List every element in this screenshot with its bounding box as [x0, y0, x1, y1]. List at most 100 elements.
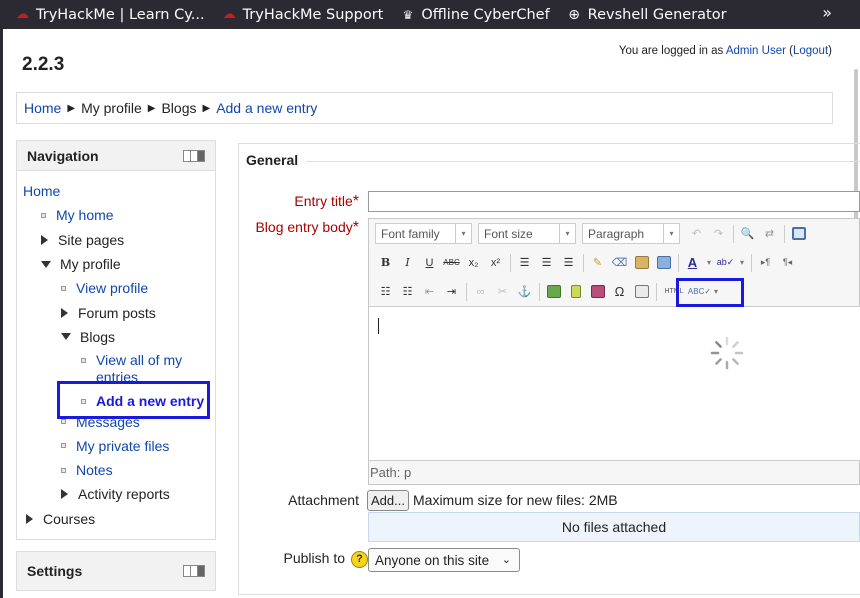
nav-label[interactable]: Activity reports: [78, 486, 170, 502]
paragraph-select[interactable]: Paragraph ▾: [582, 223, 680, 244]
expand-arrow-icon[interactable]: [41, 234, 48, 245]
font-family-select[interactable]: Font family ▾: [375, 223, 472, 244]
special-char-icon[interactable]: Ω: [609, 281, 630, 302]
anchor-icon[interactable]: ⚓: [514, 281, 535, 302]
bullet-icon: [61, 285, 66, 291]
superscript-icon[interactable]: x²: [485, 252, 506, 273]
bookmark-tryhackme-learn[interactable]: ☁ TryHackMe | Learn Cy...: [14, 7, 205, 23]
nav-item-private-files[interactable]: My private files: [23, 434, 215, 458]
nav-item-view-profile[interactable]: View profile: [23, 276, 215, 300]
breadcrumb-blogs[interactable]: Blogs: [161, 100, 196, 116]
highlight-color-icon[interactable]: ab✓: [715, 252, 736, 273]
redo-icon[interactable]: ↷: [708, 223, 729, 244]
dropdown-arrow-icon: ▾: [559, 224, 575, 243]
logout-link[interactable]: Logout: [793, 45, 828, 57]
collapse-arrow-icon[interactable]: [41, 260, 51, 268]
highlight-annotation: [57, 381, 210, 419]
font-size-select[interactable]: Font size ▾: [478, 223, 576, 244]
dropdown-arrow-icon[interactable]: ▾: [737, 252, 747, 273]
ltr-icon[interactable]: ▸¶: [755, 252, 776, 273]
nav-item-courses[interactable]: Courses: [23, 507, 215, 531]
link-icon[interactable]: ∞: [470, 281, 491, 302]
expand-arrow-icon[interactable]: [61, 489, 68, 500]
expand-arrow-icon[interactable]: [61, 307, 68, 318]
dock-block-icon[interactable]: [183, 565, 205, 577]
fieldset-legend: General: [246, 152, 305, 168]
italic-icon[interactable]: I: [397, 252, 418, 273]
chef-hat-icon: ♛: [402, 7, 414, 22]
dock-block-icon[interactable]: [183, 149, 205, 162]
unlink-icon[interactable]: ✂: [492, 281, 513, 302]
publish-state-select[interactable]: Anyone on this site ⌄: [368, 548, 520, 572]
settings-header: Settings: [16, 551, 216, 591]
strikethrough-icon[interactable]: ABC: [441, 252, 462, 273]
rtl-icon[interactable]: ¶◂: [777, 252, 798, 273]
more-bookmarks-chevron-icon[interactable]: »: [822, 3, 832, 22]
eraser-icon[interactable]: ⌫: [609, 252, 630, 273]
add-file-button[interactable]: Add...: [367, 490, 409, 511]
align-left-icon[interactable]: ☰: [514, 252, 535, 273]
collapse-arrow-icon[interactable]: [61, 333, 71, 341]
numbered-list-icon[interactable]: ☷: [397, 281, 418, 302]
bookmark-tryhackme-support[interactable]: ☁ TryHackMe Support: [221, 7, 384, 23]
filemanager-dropzone[interactable]: No files attached: [368, 512, 860, 542]
paste-text-icon[interactable]: [631, 252, 652, 273]
editor-content-area[interactable]: [369, 306, 860, 461]
select-label: Font size: [484, 226, 533, 241]
nav-label[interactable]: Forum posts: [78, 305, 156, 321]
breadcrumb-home[interactable]: Home: [24, 100, 61, 116]
media-icon[interactable]: [565, 281, 586, 302]
loading-spinner-icon: [710, 336, 744, 370]
editor-path: Path: p: [370, 465, 412, 480]
entry-title-input[interactable]: [368, 191, 860, 212]
find-icon[interactable]: 🔍: [737, 223, 758, 244]
bold-icon[interactable]: B: [375, 252, 396, 273]
fullscreen-icon[interactable]: [788, 223, 809, 244]
user-link[interactable]: Admin User: [726, 45, 786, 57]
nav-item-home[interactable]: Home: [23, 179, 215, 203]
nav-item-my-home[interactable]: My home: [23, 203, 215, 227]
nav-label[interactable]: My home: [56, 207, 114, 223]
nav-label[interactable]: Notes: [76, 462, 113, 478]
table-icon[interactable]: [631, 281, 652, 302]
label-text: Blog entry body: [255, 219, 353, 235]
nav-label[interactable]: Blogs: [80, 329, 115, 345]
replace-icon[interactable]: ⇄: [759, 223, 780, 244]
nav-item-notes[interactable]: Notes: [23, 458, 215, 482]
nav-label[interactable]: My profile: [60, 256, 121, 272]
bookmark-cyberchef[interactable]: ♛ Offline CyberChef: [399, 7, 549, 23]
dropdown-arrow-icon[interactable]: ▾: [704, 252, 714, 273]
outdent-icon[interactable]: ⇤: [419, 281, 440, 302]
nav-item-forum-posts[interactable]: Forum posts: [23, 300, 215, 324]
clean-format-icon[interactable]: ✎: [587, 252, 608, 273]
help-icon[interactable]: ?: [351, 550, 368, 568]
align-center-icon[interactable]: ☰: [536, 252, 557, 273]
nav-item-activity-reports[interactable]: Activity reports: [23, 482, 215, 506]
nav-label[interactable]: Home: [23, 183, 60, 199]
nolink-icon[interactable]: [587, 281, 608, 302]
select-label: Paragraph: [588, 226, 645, 241]
entry-title-label: Entry title*: [294, 193, 359, 211]
image-icon[interactable]: [543, 281, 564, 302]
bullet-icon: [61, 419, 66, 425]
align-right-icon[interactable]: ☰: [558, 252, 579, 273]
nav-label[interactable]: My private files: [76, 438, 169, 454]
subscript-icon[interactable]: x₂: [463, 252, 484, 273]
nav-label[interactable]: View profile: [76, 280, 148, 296]
indent-icon[interactable]: ⇥: [441, 281, 462, 302]
nav-item-my-profile[interactable]: My profile: [23, 252, 215, 276]
login-info: You are logged in as Admin User (Logout): [618, 45, 832, 57]
underline-icon[interactable]: U: [419, 252, 440, 273]
nav-label[interactable]: Site pages: [58, 232, 124, 248]
breadcrumb-my-profile[interactable]: My profile: [81, 100, 142, 116]
nav-item-blogs[interactable]: Blogs: [23, 325, 215, 349]
text-color-icon[interactable]: A: [682, 252, 703, 273]
nav-item-site-pages[interactable]: Site pages: [23, 228, 215, 252]
paste-word-icon[interactable]: [653, 252, 674, 273]
nav-label[interactable]: Courses: [43, 511, 95, 527]
undo-icon[interactable]: ↶: [686, 223, 707, 244]
breadcrumb-add-entry[interactable]: Add a new entry: [216, 100, 317, 116]
bullet-list-icon[interactable]: ☷: [375, 281, 396, 302]
bookmark-revshell[interactable]: ⊕ Revshell Generator: [566, 7, 726, 23]
expand-arrow-icon[interactable]: [26, 513, 33, 524]
